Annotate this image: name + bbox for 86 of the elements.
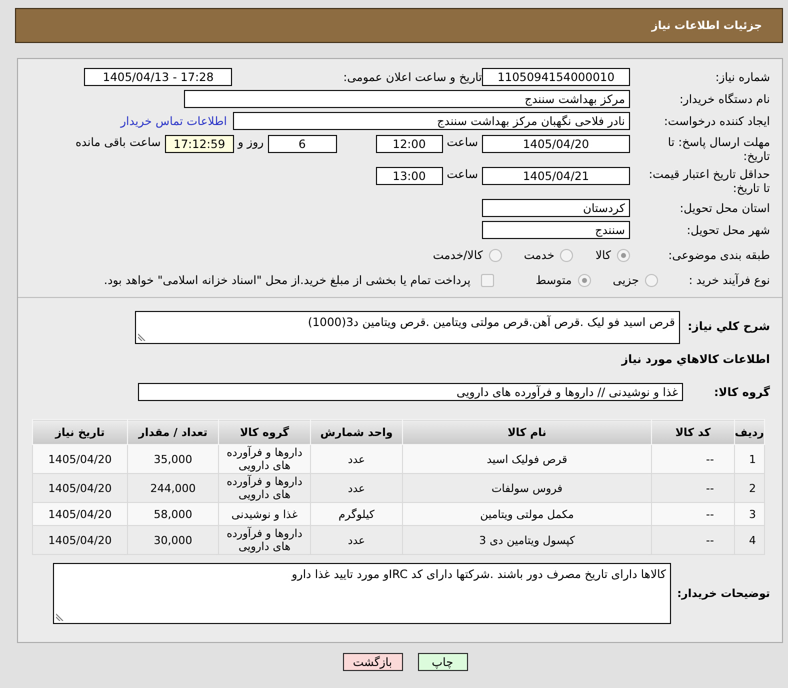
unit-cell: عدد [310, 444, 402, 474]
field-label: نوع فرآیند خرید : [688, 273, 770, 287]
requester-field[interactable]: نادر فلاحی نگهبان مرکز بهداشت سنندج [233, 112, 630, 130]
row-number-cell: 4 [734, 526, 764, 554]
column-header: کد کالا [652, 420, 734, 444]
field-label: ایجاد کننده درخواست: [663, 114, 770, 128]
radio-button[interactable] [617, 248, 630, 262]
row-number-cell: 2 [734, 474, 764, 502]
field-label: تاریخ و ساعت اعلان عمومی: [343, 70, 482, 84]
print-button[interactable]: چاپ [418, 653, 468, 671]
field-label: مهلت ارسال پاسخ: تا تاریخ: [666, 135, 770, 163]
radio-label: جزیی [612, 273, 639, 287]
radio-label: خدمت [524, 248, 554, 262]
column-header: واحد شمارش [310, 420, 402, 444]
goods-group-field[interactable]: غذا و نوشیدنی // داروها و فرآورده های دارویی [138, 383, 683, 401]
days-field[interactable]: 6 [268, 135, 337, 153]
field-label: حداقل تاریخ اعتبار قیمت: تا تاریخ: [648, 167, 770, 195]
code-cell: -- [652, 502, 734, 526]
column-header: ردیف [734, 420, 764, 444]
checkbox-label: پرداخت تمام یا بخشی از مبلغ خرید.از محل "اسناد خزانه اسلامی" خواهد بود. [104, 273, 471, 287]
field-label: توضیحات خریدار: [676, 587, 770, 600]
column-header: تعداد / مقدار [128, 420, 218, 444]
time-label: ساعت [446, 135, 478, 149]
date-cell: 1405/04/20 [32, 474, 128, 502]
code-cell: -- [652, 526, 734, 554]
radio-label: کالا [595, 248, 611, 262]
radio-label: متوسط [536, 273, 572, 287]
contact-info-link[interactable]: اطلاعات تماس خریدار [120, 114, 227, 128]
quantity-cell: 58,000 [128, 502, 218, 526]
unit-cell: کیلوگرم [310, 502, 402, 526]
field-label: شرح کلي نیاز: [686, 318, 770, 333]
column-header: گروه کالا [218, 420, 310, 444]
group-cell: داروها و فرآورده های دارویی [218, 474, 310, 502]
unit-cell: عدد [310, 474, 402, 502]
page-title: جزئیات اطلاعات نیاز [652, 19, 762, 32]
item-name-cell: قرص فولیک اسید [402, 444, 652, 474]
section-title: اطلاعات کالاهاي مورد نياز [620, 352, 770, 366]
resize-grip-icon[interactable] [56, 613, 64, 621]
province-field[interactable]: کردستان [482, 199, 630, 217]
column-header: نام کالا [402, 420, 652, 444]
radio-label: کالا/خدمت [432, 248, 483, 262]
date-cell: 1405/04/20 [32, 526, 128, 554]
radio-button[interactable] [560, 248, 574, 262]
quantity-cell: 30,000 [128, 526, 218, 554]
date-cell: 1405/04/20 [32, 502, 128, 526]
validity-time-field[interactable]: 13:00 [376, 167, 443, 185]
field-label: شماره نیاز: [714, 70, 770, 84]
group-cell: غذا و نوشیدنی [218, 502, 310, 526]
resize-grip-icon[interactable] [138, 333, 146, 341]
quantity-cell: 35,000 [128, 444, 218, 474]
remaining-time-field[interactable]: 17:12:59 [164, 135, 234, 153]
code-cell: -- [652, 474, 734, 502]
back-button[interactable]: بازگشت [342, 653, 402, 671]
buyer-notes-field[interactable]: کالاها دارای تاریخ مصرف دور باشند .شرکتها دارای کد IRCو مورد تایید غذا دارو [53, 563, 671, 624]
group-cell: داروها و فرآورده های دارویی [218, 444, 310, 474]
time-label: ساعت [446, 167, 478, 181]
item-name-cell: مکمل مولتی ویتامین [402, 502, 652, 526]
description-field[interactable]: قرص اسید فو لیک .قرص آهن.قرص مولتی ویتامین .قرص ویتامین د3(1000) [135, 311, 680, 344]
city-field[interactable]: سنندج [482, 221, 630, 239]
item-name-cell: کپسول ویتامین دی 3 [402, 526, 652, 554]
column-header: تاریخ نیاز [32, 420, 128, 444]
row-number-cell: 1 [734, 444, 764, 474]
validity-date-field[interactable]: 1405/04/21 [482, 167, 630, 185]
remaining-label: ساعت باقی مانده [76, 135, 161, 149]
days-label: روز و [238, 135, 264, 149]
field-label: نام دستگاه خریدار: [678, 92, 770, 106]
unit-cell: عدد [310, 526, 402, 554]
deadline-date-field[interactable]: 1405/04/20 [482, 135, 630, 153]
field-label: شهر محل تحویل: [686, 223, 770, 237]
checkbox[interactable] [480, 274, 494, 286]
item-name-cell: فروس سولفات [402, 474, 652, 502]
radio-button[interactable] [488, 248, 502, 262]
radio-button[interactable] [645, 274, 658, 286]
date-cell: 1405/04/20 [32, 444, 128, 474]
buyer-org-field[interactable]: مرکز بهداشت سنندج [184, 90, 630, 108]
deadline-time-field[interactable]: 12:00 [376, 135, 443, 153]
need-number-field[interactable]: 1105094154000010 [482, 68, 630, 86]
field-label: استان محل تحویل: [678, 201, 770, 215]
announce-datetime-field[interactable]: 1405/04/13 - 17:28 [84, 68, 232, 86]
field-label: طبقه بندی موضوعی: [667, 248, 770, 262]
quantity-cell: 244,000 [128, 474, 218, 502]
radio-button[interactable] [578, 274, 591, 286]
code-cell: -- [652, 444, 734, 474]
field-label: گروه کالا: [713, 385, 770, 399]
row-number-cell: 3 [734, 502, 764, 526]
group-cell: داروها و فرآورده های دارویی [218, 526, 310, 554]
